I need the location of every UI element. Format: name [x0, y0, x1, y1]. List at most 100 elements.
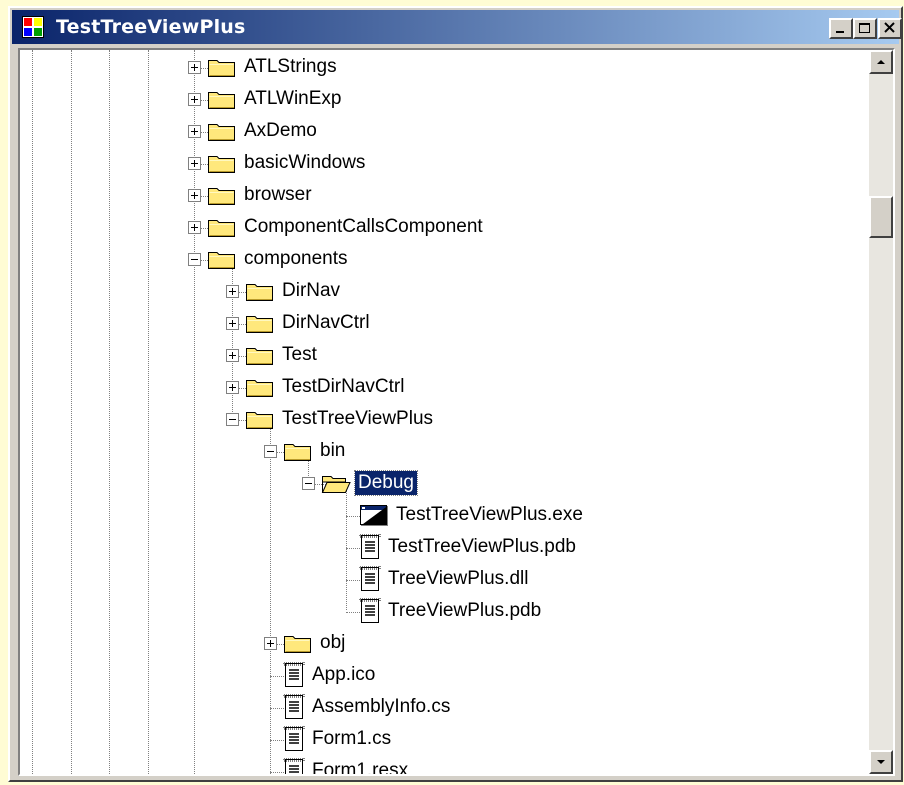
folder-closed-icon	[207, 88, 237, 115]
vertical-scrollbar[interactable]	[869, 50, 893, 774]
tree-node-label[interactable]: ATLWinExp	[241, 87, 345, 111]
exe-window-icon	[359, 503, 389, 532]
tree-node-label[interactable]: browser	[241, 183, 315, 207]
folder-closed-icon	[245, 312, 275, 339]
tree-node-label[interactable]: basicWindows	[241, 151, 368, 175]
collapse-icon[interactable]	[226, 413, 239, 426]
tree-node[interactable]: TestTreeViewPlus.exe	[20, 500, 869, 532]
expand-icon[interactable]	[226, 381, 239, 394]
tree-node[interactable]: TestTreeViewPlus.pdb	[20, 532, 869, 564]
tree-node-label[interactable]: AssemblyInfo.cs	[309, 695, 453, 719]
tree-node-label[interactable]: AxDemo	[241, 119, 320, 143]
tree-node-label[interactable]: ATLStrings	[241, 55, 340, 79]
tree-node-label[interactable]: TreeViewPlus.pdb	[385, 599, 544, 623]
text-file-icon	[283, 757, 305, 774]
tree-node-label[interactable]: Form1.resx	[309, 759, 411, 774]
folder-open-icon	[321, 472, 351, 499]
folder-closed-icon	[245, 408, 275, 435]
scroll-up-button[interactable]	[869, 50, 893, 74]
tree-node[interactable]: AssemblyInfo.cs	[20, 692, 869, 724]
collapse-icon[interactable]	[188, 253, 201, 266]
tree-node-label[interactable]: bin	[317, 439, 348, 463]
maximize-icon	[859, 23, 870, 33]
folder-closed-icon	[283, 632, 313, 659]
tree-node[interactable]: DirNav	[20, 276, 869, 308]
tree-node-label[interactable]: TreeViewPlus.dll	[385, 567, 531, 591]
tree-node[interactable]: Test	[20, 340, 869, 372]
expand-icon[interactable]	[188, 157, 201, 170]
tree-node[interactable]: DirNavCtrl	[20, 308, 869, 340]
title-bar[interactable]: TestTreeViewPlus	[12, 10, 902, 44]
close-button[interactable]	[878, 18, 902, 39]
minimize-button[interactable]	[829, 18, 853, 39]
tree-node-label[interactable]: Test	[279, 343, 320, 367]
tree-node[interactable]: App.ico	[20, 660, 869, 692]
tree-node-label[interactable]: DirNav	[279, 279, 343, 303]
tree-node[interactable]: bin	[20, 436, 869, 468]
text-file-icon	[359, 565, 381, 597]
collapse-icon[interactable]	[264, 445, 277, 458]
tree-node-label[interactable]: TestTreeViewPlus	[279, 407, 436, 431]
expand-icon[interactable]	[188, 93, 201, 106]
scroll-down-button[interactable]	[869, 750, 893, 774]
tree-node[interactable]: Debug	[20, 468, 869, 500]
close-icon	[884, 22, 895, 33]
tree-window: TestTreeViewPlus ATLStrings ATLWinExp AxDe…	[8, 6, 903, 782]
tree-view[interactable]: ATLStrings ATLWinExp AxDemo basicWindows bro…	[18, 48, 895, 776]
expand-icon[interactable]	[264, 637, 277, 650]
expand-icon[interactable]	[188, 221, 201, 234]
collapse-icon[interactable]	[302, 477, 315, 490]
tree-node-label[interactable]: TestTreeViewPlus.pdb	[385, 535, 579, 559]
tree-content: ATLStrings ATLWinExp AxDemo basicWindows bro…	[20, 50, 869, 774]
text-file-icon	[283, 661, 305, 693]
tree-node[interactable]: TreeViewPlus.dll	[20, 564, 869, 596]
folder-closed-icon	[207, 120, 237, 147]
folder-closed-icon	[207, 56, 237, 83]
folder-closed-icon	[245, 280, 275, 307]
tree-node[interactable]: TreeViewPlus.pdb	[20, 596, 869, 628]
minimize-icon	[836, 31, 844, 33]
tree-node-label[interactable]: TestTreeViewPlus.exe	[393, 503, 586, 527]
tree-node-label[interactable]: ComponentCallsComponent	[241, 215, 486, 239]
folder-closed-icon	[283, 440, 313, 467]
tree-node[interactable]: obj	[20, 628, 869, 660]
tree-node[interactable]: ATLStrings	[20, 52, 869, 84]
tree-node[interactable]: Form1.resx	[20, 756, 869, 774]
expand-icon[interactable]	[226, 285, 239, 298]
tree-node[interactable]: Form1.cs	[20, 724, 869, 756]
expand-icon[interactable]	[226, 349, 239, 362]
tree-node-label[interactable]: Debug	[354, 470, 418, 496]
expand-icon[interactable]	[188, 189, 201, 202]
text-file-icon	[359, 597, 381, 629]
tree-node-label[interactable]: components	[241, 247, 351, 271]
tree-node[interactable]: ATLWinExp	[20, 84, 869, 116]
tree-node-label[interactable]: App.ico	[309, 663, 378, 687]
text-file-icon	[283, 725, 305, 757]
expand-icon[interactable]	[188, 61, 201, 74]
tree-node[interactable]: TestTreeViewPlus	[20, 404, 869, 436]
tree-node[interactable]: components	[20, 244, 869, 276]
tree-node[interactable]: ComponentCallsComponent	[20, 212, 869, 244]
expand-icon[interactable]	[226, 317, 239, 330]
window-title: TestTreeViewPlus	[56, 16, 246, 38]
tree-node-label[interactable]: obj	[317, 631, 348, 655]
tree-node-label[interactable]: TestDirNavCtrl	[279, 375, 407, 399]
maximize-button[interactable]	[853, 18, 877, 39]
text-file-icon	[283, 693, 305, 725]
folder-closed-icon	[245, 344, 275, 371]
tree-node[interactable]: AxDemo	[20, 116, 869, 148]
expand-icon[interactable]	[188, 125, 201, 138]
tree-node-label[interactable]: DirNavCtrl	[279, 311, 373, 335]
scroll-up-arrow-icon	[877, 60, 885, 64]
tree-node-label[interactable]: Form1.cs	[309, 727, 394, 751]
text-file-icon	[359, 533, 381, 565]
folder-closed-icon	[207, 216, 237, 243]
scroll-down-arrow-icon	[877, 760, 885, 764]
tree-node[interactable]: basicWindows	[20, 148, 869, 180]
tree-node[interactable]: browser	[20, 180, 869, 212]
folder-closed-icon	[245, 376, 275, 403]
scroll-thumb[interactable]	[869, 196, 893, 238]
folder-closed-icon	[207, 152, 237, 179]
window-app-icon[interactable]	[22, 16, 44, 38]
tree-node[interactable]: TestDirNavCtrl	[20, 372, 869, 404]
